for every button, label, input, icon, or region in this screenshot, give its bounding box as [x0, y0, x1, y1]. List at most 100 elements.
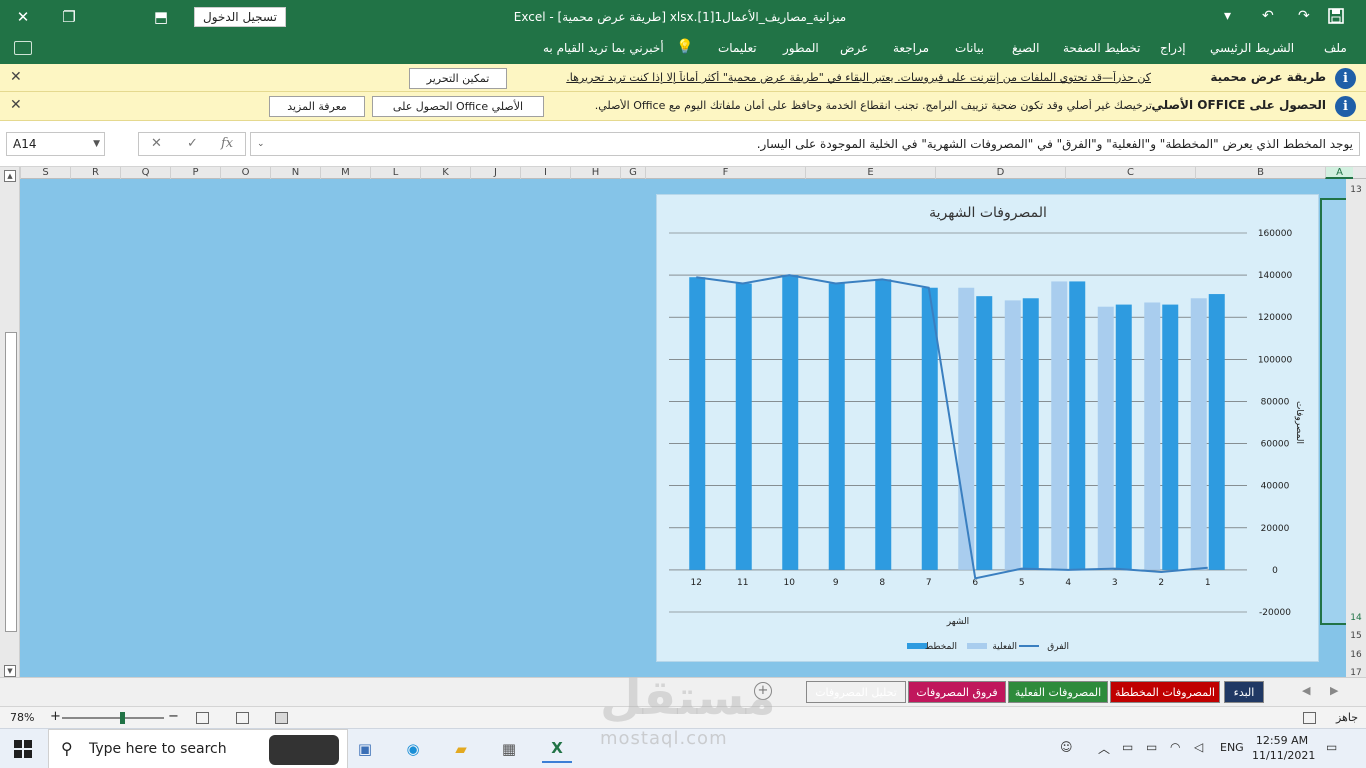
scroll-thumb[interactable] — [5, 332, 17, 632]
people-icon[interactable]: ☺ — [1060, 740, 1073, 754]
cancel-icon[interactable]: ✕ — [151, 136, 162, 151]
chevron-right-icon[interactable]: ▶ — [1330, 684, 1338, 697]
zoom-out-icon[interactable]: − — [168, 709, 179, 724]
row-16[interactable]: 16 — [1346, 650, 1366, 660]
formula-bar: A14 ▼ ✕ ✓ fx يوجد المخطط الذي يعرض "المخ… — [0, 121, 1366, 167]
comments-icon[interactable] — [14, 41, 32, 55]
ribbon-display-options-icon[interactable]: ⬒ — [138, 0, 184, 34]
chevron-down-icon[interactable]: ▼ — [93, 133, 100, 155]
get-genuine-office-button[interactable]: الحصول على Office الأصلي — [372, 96, 544, 117]
tab-page-layout[interactable]: تخطيط الصفحة — [1063, 41, 1140, 55]
column-header-d[interactable]: D — [935, 167, 1065, 179]
column-header-p[interactable]: P — [170, 167, 220, 179]
chevron-up-icon[interactable]: ︿ — [1098, 740, 1110, 757]
column-header-s[interactable]: S — [20, 167, 70, 179]
tab-review[interactable]: مراجعة — [893, 41, 929, 55]
tab-view[interactable]: عرض — [840, 41, 868, 55]
column-header-c[interactable]: C — [1065, 167, 1195, 179]
undo-icon[interactable]: ↶ — [1262, 8, 1274, 24]
column-header-i[interactable]: I — [520, 167, 570, 179]
excel-app-icon[interactable]: X — [542, 735, 572, 763]
protected-view-message[interactable]: كن حذراً—قد تحتوي الملفات من إنترنت على … — [525, 71, 1151, 84]
tab-insert[interactable]: إدراج — [1160, 41, 1186, 55]
selected-cell-a14[interactable] — [1320, 198, 1348, 625]
tab-data[interactable]: بيانات — [955, 41, 984, 55]
column-header-f[interactable]: F — [645, 167, 805, 179]
column-header-o[interactable]: O — [220, 167, 270, 179]
tab-file[interactable]: ملف — [1324, 41, 1347, 55]
camera-image-icon — [269, 735, 339, 765]
scroll-down-icon[interactable]: ▼ — [4, 665, 16, 677]
scroll-up-icon[interactable]: ▲ — [4, 170, 16, 182]
redo-icon[interactable]: ↷ — [1298, 8, 1310, 24]
learn-more-button[interactable]: معرفة المزيد — [269, 96, 365, 117]
close-icon[interactable]: ✕ — [10, 69, 22, 85]
search-icon: ⚲ — [61, 739, 73, 758]
zoom-in-icon[interactable]: + — [50, 709, 61, 724]
customize-qat-icon[interactable]: ▾ — [1224, 8, 1231, 24]
notifications-icon[interactable]: ▭ — [1326, 740, 1337, 754]
expand-formula-icon[interactable]: ⌄ — [257, 133, 265, 155]
monthly-expenses-chart[interactable]: المصروفات الشهرية -20000 0 20000 40000 60000 8… — [656, 194, 1319, 662]
column-header-a[interactable]: A — [1325, 167, 1353, 179]
column-header-g[interactable]: G — [620, 167, 645, 179]
meet-now-icon[interactable]: ▭ — [1122, 740, 1133, 754]
tab-developer[interactable]: المطور — [783, 41, 819, 55]
enable-editing-button[interactable]: تمكين التحرير — [409, 68, 507, 89]
close-window-icon[interactable]: ✕ — [0, 0, 46, 34]
column-header-l[interactable]: L — [370, 167, 420, 179]
column-header-e[interactable]: E — [805, 167, 935, 179]
column-header-k[interactable]: K — [420, 167, 470, 179]
tab-help[interactable]: تعليمات — [718, 41, 757, 55]
sign-in-button[interactable]: تسجيل الدخول — [194, 7, 286, 27]
sheet-tab-expense-variance[interactable]: فروق المصروفات — [908, 681, 1006, 703]
display-settings-icon[interactable] — [1303, 712, 1316, 724]
sheet-tab-actual-expenses[interactable]: المصروفات الفعلية — [1008, 681, 1108, 703]
battery-icon[interactable]: ▭ — [1146, 740, 1157, 754]
tell-me-input[interactable]: أخبرني بما تريد القيام به — [543, 41, 664, 55]
x-tick-label: 10 — [784, 578, 796, 588]
sheet-tab-start[interactable]: البدء — [1224, 681, 1264, 703]
taskbar-search[interactable]: ⚲ Type here to search — [48, 729, 348, 768]
row-13[interactable]: 13 — [1346, 185, 1366, 195]
row-15[interactable]: 15 — [1346, 631, 1366, 641]
page-break-view-icon[interactable] — [196, 712, 209, 724]
column-header-q[interactable]: Q — [120, 167, 170, 179]
vertical-scrollbar[interactable]: ▲ ▼ — [0, 167, 20, 680]
zoom-slider-handle[interactable] — [120, 712, 125, 724]
normal-view-icon[interactable] — [275, 712, 288, 724]
name-box[interactable]: A14 ▼ — [6, 132, 105, 156]
file-explorer-icon[interactable]: ▰ — [446, 735, 476, 763]
network-app-icon[interactable]: ▣ — [350, 735, 380, 763]
column-header-n[interactable]: N — [270, 167, 320, 179]
calculator-icon[interactable]: ▦ — [494, 735, 524, 763]
column-header-b[interactable]: B — [1195, 167, 1325, 179]
close-icon[interactable]: ✕ — [10, 97, 22, 113]
windows-start-icon[interactable] — [14, 740, 32, 758]
restore-window-icon[interactable]: ❐ — [46, 0, 92, 34]
formula-input[interactable]: يوجد المخطط الذي يعرض "المخططة" و"الفعلي… — [250, 132, 1360, 156]
sheet-tab-planned-expenses[interactable]: المصروفات المخططة — [1110, 681, 1220, 703]
zoom-level[interactable]: 78% — [10, 711, 34, 724]
chevron-left-icon[interactable]: ◀ — [1302, 684, 1310, 697]
zoom-slider[interactable] — [62, 717, 164, 719]
language-indicator[interactable]: ENG — [1220, 741, 1244, 754]
edge-browser-icon[interactable]: ◉ — [398, 735, 428, 763]
sheet-tab-expense-analysis[interactable]: تحليل المصروفات — [806, 681, 906, 703]
page-layout-view-icon[interactable] — [236, 712, 249, 724]
column-header-r[interactable]: R — [70, 167, 120, 179]
wifi-icon[interactable]: ◠ — [1170, 740, 1180, 754]
check-icon[interactable]: ✓ — [187, 136, 198, 151]
y-tick-label: 160000 — [1258, 229, 1293, 239]
save-icon[interactable] — [1328, 8, 1344, 28]
column-header-h[interactable]: H — [570, 167, 620, 179]
row-14[interactable]: 14 — [1346, 613, 1366, 623]
tab-formulas[interactable]: الصيغ — [1012, 41, 1039, 55]
insert-function-icon[interactable]: fx — [221, 136, 233, 151]
bar-actual — [1097, 306, 1114, 570]
tab-home[interactable]: الشريط الرئيسي — [1210, 41, 1294, 55]
clock[interactable]: 12:59 AM 11/11/2021 — [1252, 733, 1315, 763]
volume-icon[interactable]: ◁ — [1194, 740, 1203, 754]
column-header-m[interactable]: M — [320, 167, 370, 179]
column-header-j[interactable]: J — [470, 167, 520, 179]
